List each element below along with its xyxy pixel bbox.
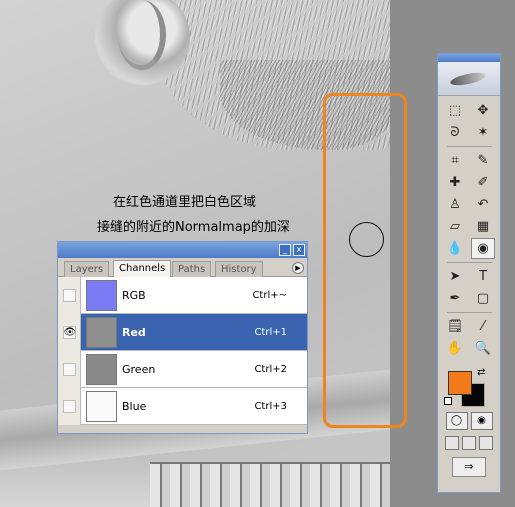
channel-shortcut: Ctrl+3 (254, 400, 287, 412)
eraser-icon[interactable]: ▱ (443, 216, 467, 237)
feather-icon (449, 70, 487, 88)
visibility-toggle[interactable]: 👁 (58, 313, 81, 351)
visibility-toggle[interactable] (58, 276, 81, 314)
channel-row-red[interactable]: 👁 Red Ctrl+1 (58, 313, 307, 351)
photoshop-logo[interactable] (438, 62, 500, 96)
pen-icon[interactable]: ✒ (443, 288, 467, 309)
tab-paths[interactable]: Paths (172, 261, 212, 277)
channel-shortcut: Ctrl+~ (252, 289, 287, 301)
minimize-button[interactable]: _ (279, 244, 291, 256)
annotation-line-1: 在红色通道里把白色区域 (113, 195, 257, 210)
channel-thumbnail (86, 279, 117, 311)
close-button[interactable]: x (293, 244, 305, 256)
tab-history[interactable]: History (215, 261, 263, 277)
gradient-icon[interactable]: ▦ (471, 216, 495, 237)
channel-thumbnail (86, 316, 117, 348)
tab-layers[interactable]: Layers (64, 261, 110, 277)
standard-screen-icon[interactable] (445, 436, 459, 450)
panel-menu-arrow-icon[interactable]: ▶ (292, 262, 304, 274)
history-brush-icon[interactable]: ↶ (471, 194, 495, 215)
tool-separator (447, 146, 492, 147)
slice-icon[interactable]: ✎ (471, 150, 495, 171)
full-screen-icon[interactable] (479, 436, 493, 450)
channel-shortcut: Ctrl+2 (254, 363, 287, 375)
eye-icon[interactable]: 👁 (62, 325, 76, 339)
zoom-icon[interactable]: 🔍 (471, 338, 495, 359)
lasso-icon[interactable]: ᘐ (443, 122, 467, 143)
swap-colors-icon[interactable]: ⇄ (477, 367, 485, 378)
blur-icon[interactable]: 💧 (443, 238, 467, 259)
teeth-texture (150, 462, 390, 507)
burn-icon[interactable]: ◉ (471, 238, 495, 259)
annotation-line-2: 接缝的附近的Normalmap的加深 (97, 220, 290, 235)
channel-thumbnail (86, 390, 117, 422)
brush-icon[interactable]: ✐ (471, 172, 495, 193)
screen-mode-row (438, 433, 500, 453)
notes-icon[interactable]: 🗒 (443, 316, 467, 337)
tool-separator (447, 312, 492, 313)
visibility-toggle[interactable] (58, 350, 81, 388)
mask-mode-row: ◯ ◉ (438, 409, 500, 433)
visibility-toggle[interactable] (58, 387, 81, 425)
move-icon[interactable]: ✥ (471, 100, 495, 121)
type-icon[interactable]: T (471, 266, 495, 287)
clone-stamp-icon[interactable]: ♙ (443, 194, 467, 215)
channel-list: RGB Ctrl+~ 👁 Red Ctrl+1 Green Ctrl+2 Blue Ctrl+3 (58, 276, 307, 425)
channel-row-rgb[interactable]: RGB Ctrl+~ (58, 276, 307, 314)
default-colors-icon[interactable] (444, 397, 452, 405)
channel-name: RGB (122, 288, 146, 302)
quick-mask-icon[interactable]: ◉ (470, 412, 493, 430)
seam-highlight-box (323, 93, 407, 428)
standard-mode-icon[interactable]: ◯ (445, 412, 468, 430)
panel-tabs: Layers Channels Paths History ▶ (58, 260, 307, 278)
tab-channels[interactable]: Channels (113, 260, 172, 278)
magic-wand-icon[interactable]: ✶ (471, 122, 495, 143)
marquee-icon[interactable]: ⬚ (443, 100, 467, 121)
channel-name: Green (122, 362, 156, 376)
path-select-icon[interactable]: ➤ (443, 266, 467, 287)
full-screen-menu-icon[interactable] (462, 436, 476, 450)
visibility-box[interactable] (62, 399, 76, 413)
visibility-box[interactable] (62, 288, 76, 302)
channel-name: Red (122, 325, 146, 339)
tools-palette: ⬚ ✥ ᘐ ✶ ⌗ ✎ ✚ ✐ ♙ ↶ ▱ ▦ 💧 ◉ ➤ T ✒ ▢ 🗒 ⁄ ✋ 🔍 ⇄ ◯ ◉ ⇒ (437, 53, 501, 493)
channel-name: Blue (122, 399, 147, 413)
eyedropper-icon[interactable]: ⁄ (471, 316, 495, 337)
jump-to-imageready-icon[interactable]: ⇒ (452, 457, 486, 477)
shape-icon[interactable]: ▢ (471, 288, 495, 309)
ear-inner-shape (118, 0, 166, 70)
tools-titlebar[interactable] (438, 54, 500, 62)
channels-panel: _ x Layers Channels Paths History ▶ RGB C… (57, 241, 308, 434)
channel-row-green[interactable]: Green Ctrl+2 (58, 350, 307, 388)
tool-separator (447, 262, 492, 263)
tool-grid: ⬚ ✥ ᘐ ✶ ⌗ ✎ ✚ ✐ ♙ ↶ ▱ ▦ 💧 ◉ ➤ T ✒ ▢ 🗒 ⁄ ✋ 🔍 (438, 96, 500, 363)
panel-titlebar[interactable]: _ x (58, 242, 307, 258)
channel-shortcut: Ctrl+1 (254, 326, 287, 338)
channel-row-blue[interactable]: Blue Ctrl+3 (58, 387, 307, 425)
foreground-color-swatch[interactable] (448, 371, 472, 395)
channel-thumbnail (86, 353, 117, 385)
hand-icon[interactable]: ✋ (443, 338, 467, 359)
color-swatches: ⇄ (438, 363, 500, 409)
crop-icon[interactable]: ⌗ (443, 150, 467, 171)
healing-brush-icon[interactable]: ✚ (443, 172, 467, 193)
visibility-box[interactable] (62, 362, 76, 376)
